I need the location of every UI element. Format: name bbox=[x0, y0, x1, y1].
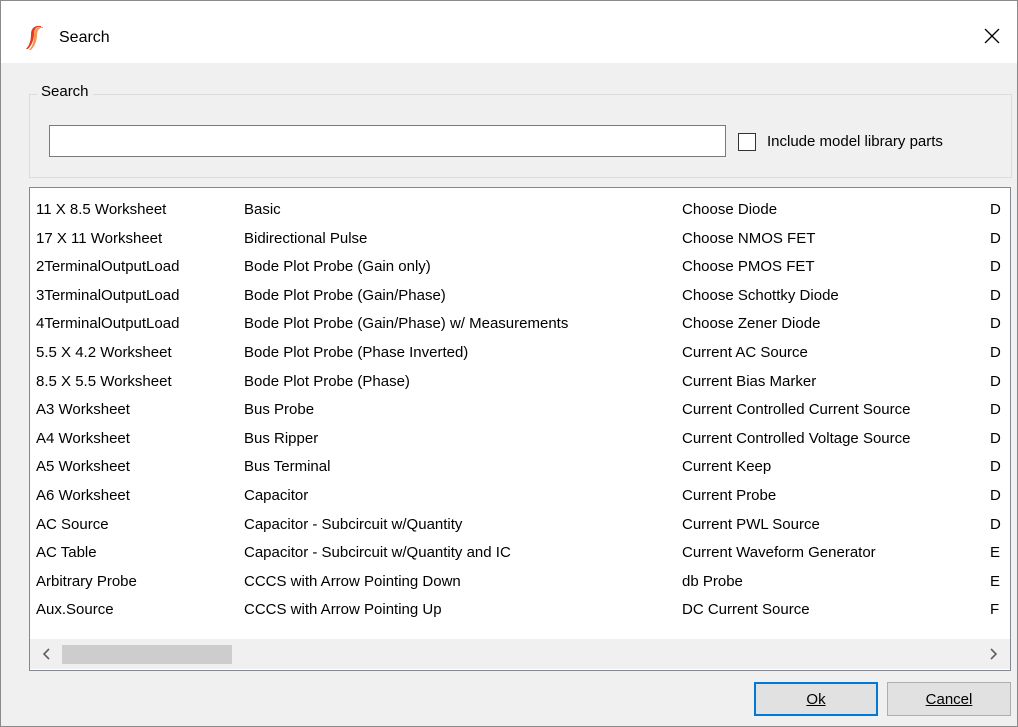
list-item[interactable]: Bode Plot Probe (Gain only) bbox=[244, 253, 568, 282]
list-item[interactable]: Capacitor - Subcircuit w/Quantity bbox=[244, 511, 568, 540]
list-item[interactable]: D bbox=[990, 425, 1001, 454]
horizontal-scrollbar[interactable] bbox=[30, 639, 1010, 669]
list-item[interactable]: CCCS with Arrow Pointing Up bbox=[244, 596, 568, 625]
results-column-2: Basic Bidirectional Pulse Bode Plot Prob… bbox=[244, 196, 568, 625]
search-input[interactable] bbox=[49, 125, 726, 157]
list-item[interactable]: D bbox=[990, 225, 1001, 254]
list-item[interactable]: Arbitrary Probe bbox=[36, 568, 179, 597]
list-item[interactable]: AC Source bbox=[36, 511, 179, 540]
list-item[interactable]: E bbox=[990, 539, 1001, 568]
list-item[interactable]: D bbox=[990, 453, 1001, 482]
list-item[interactable]: D bbox=[990, 310, 1001, 339]
list-item[interactable]: 11 X 8.5 Worksheet bbox=[36, 196, 179, 225]
list-item[interactable]: D bbox=[990, 396, 1001, 425]
include-library-checkbox[interactable] bbox=[738, 133, 756, 151]
list-item[interactable]: A5 Worksheet bbox=[36, 453, 179, 482]
list-item[interactable]: db Probe bbox=[682, 568, 910, 597]
app-logo-icon bbox=[26, 25, 43, 50]
list-item[interactable]: A3 Worksheet bbox=[36, 396, 179, 425]
list-item[interactable]: A4 Worksheet bbox=[36, 425, 179, 454]
list-item[interactable]: Current Probe bbox=[682, 482, 910, 511]
ok-button[interactable]: Ok bbox=[754, 682, 878, 716]
list-item[interactable]: Bode Plot Probe (Phase Inverted) bbox=[244, 339, 568, 368]
ok-button-label: Ok bbox=[806, 690, 826, 708]
cancel-button[interactable]: Cancel bbox=[887, 682, 1011, 716]
chevron-right-icon bbox=[990, 648, 998, 660]
results-column-4: D D D D D D D D D D D D E E F bbox=[990, 196, 1001, 625]
list-item[interactable]: D bbox=[990, 511, 1001, 540]
close-button[interactable] bbox=[967, 11, 1017, 61]
results-column-1: 11 X 8.5 Worksheet 17 X 11 Worksheet 2Te… bbox=[36, 196, 179, 625]
scrollbar-thumb[interactable] bbox=[62, 645, 232, 664]
results-list[interactable]: 11 X 8.5 Worksheet 17 X 11 Worksheet 2Te… bbox=[29, 187, 1011, 671]
list-item[interactable]: 8.5 X 5.5 Worksheet bbox=[36, 368, 179, 397]
results-columns: 11 X 8.5 Worksheet 17 X 11 Worksheet 2Te… bbox=[30, 188, 1010, 638]
search-dialog: Search Search Include model library part… bbox=[0, 0, 1018, 727]
window-title: Search bbox=[59, 29, 110, 46]
close-icon bbox=[984, 28, 1000, 44]
list-item[interactable]: D bbox=[990, 482, 1001, 511]
include-library-label[interactable]: Include model library parts bbox=[767, 133, 943, 150]
list-item[interactable]: D bbox=[990, 339, 1001, 368]
list-item[interactable]: Choose Zener Diode bbox=[682, 310, 910, 339]
list-item[interactable]: 4TerminalOutputLoad bbox=[36, 310, 179, 339]
list-item[interactable]: D bbox=[990, 282, 1001, 311]
list-item[interactable]: 17 X 11 Worksheet bbox=[36, 225, 179, 254]
search-group-label: Search bbox=[37, 83, 93, 100]
list-item[interactable]: CCCS with Arrow Pointing Down bbox=[244, 568, 568, 597]
list-item[interactable]: Basic bbox=[244, 196, 568, 225]
title-bar: Search bbox=[1, 1, 1017, 63]
list-item[interactable]: Current PWL Source bbox=[682, 511, 910, 540]
scroll-right-button[interactable] bbox=[978, 639, 1008, 669]
list-item[interactable]: E bbox=[990, 568, 1001, 597]
list-item[interactable]: Current AC Source bbox=[682, 339, 910, 368]
list-item[interactable]: Bidirectional Pulse bbox=[244, 225, 568, 254]
list-item[interactable]: DC Current Source bbox=[682, 596, 910, 625]
list-item[interactable]: Current Keep bbox=[682, 453, 910, 482]
list-item[interactable]: A6 Worksheet bbox=[36, 482, 179, 511]
scroll-left-button[interactable] bbox=[32, 639, 62, 669]
list-item[interactable]: Choose Schottky Diode bbox=[682, 282, 910, 311]
chevron-left-icon bbox=[42, 648, 50, 660]
list-item[interactable]: Aux.Source bbox=[36, 596, 179, 625]
list-item[interactable]: Bode Plot Probe (Gain/Phase) w/ Measurem… bbox=[244, 310, 568, 339]
list-item[interactable]: 3TerminalOutputLoad bbox=[36, 282, 179, 311]
list-item[interactable]: Bode Plot Probe (Phase) bbox=[244, 368, 568, 397]
results-column-3: Choose Diode Choose NMOS FET Choose PMOS… bbox=[682, 196, 910, 625]
list-item[interactable]: AC Table bbox=[36, 539, 179, 568]
list-item[interactable]: Current Waveform Generator bbox=[682, 539, 910, 568]
list-item[interactable]: Choose PMOS FET bbox=[682, 253, 910, 282]
list-item[interactable]: F bbox=[990, 596, 1001, 625]
list-item[interactable]: Current Controlled Voltage Source bbox=[682, 425, 910, 454]
list-item[interactable]: Capacitor - Subcircuit w/Quantity and IC bbox=[244, 539, 568, 568]
list-item[interactable]: 2TerminalOutputLoad bbox=[36, 253, 179, 282]
list-item[interactable]: Bode Plot Probe (Gain/Phase) bbox=[244, 282, 568, 311]
list-item[interactable]: Bus Probe bbox=[244, 396, 568, 425]
list-item[interactable]: Capacitor bbox=[244, 482, 568, 511]
list-item[interactable]: D bbox=[990, 368, 1001, 397]
list-item[interactable]: Choose NMOS FET bbox=[682, 225, 910, 254]
list-item[interactable]: Bus Terminal bbox=[244, 453, 568, 482]
list-item[interactable]: D bbox=[990, 196, 1001, 225]
list-item[interactable]: Choose Diode bbox=[682, 196, 910, 225]
list-item[interactable]: Bus Ripper bbox=[244, 425, 568, 454]
list-item[interactable]: D bbox=[990, 253, 1001, 282]
list-item[interactable]: Current Bias Marker bbox=[682, 368, 910, 397]
list-item[interactable]: 5.5 X 4.2 Worksheet bbox=[36, 339, 179, 368]
cancel-button-label: Cancel bbox=[925, 690, 973, 708]
list-item[interactable]: Current Controlled Current Source bbox=[682, 396, 910, 425]
